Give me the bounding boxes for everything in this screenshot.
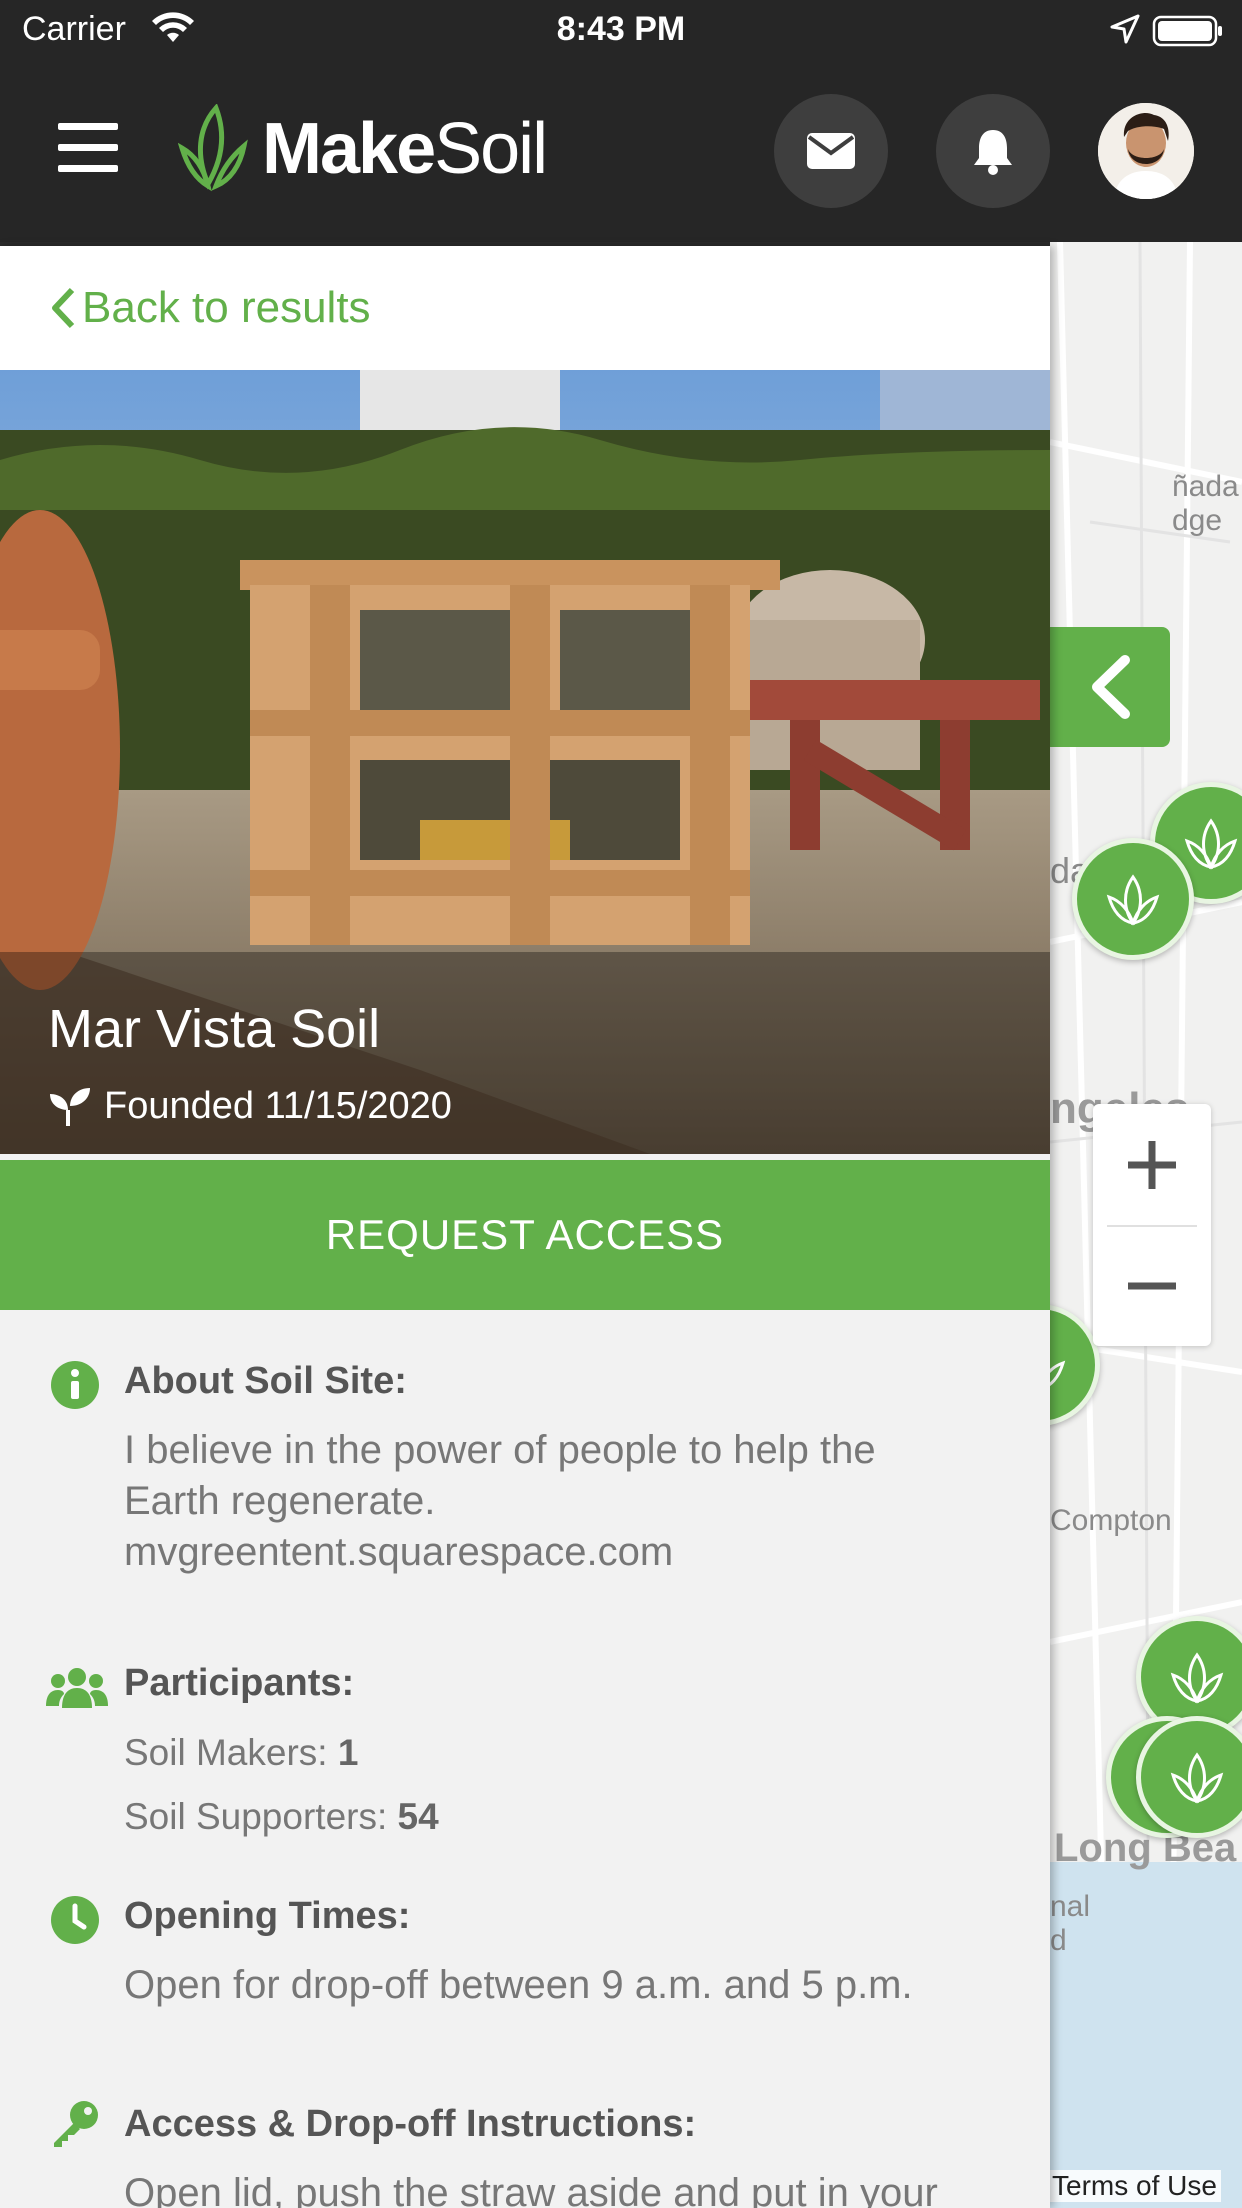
clock-icon <box>51 1896 99 1944</box>
sprout-icon <box>50 1088 90 1126</box>
request-access-button[interactable]: REQUEST ACCESS <box>0 1160 1050 1310</box>
minus-icon <box>1128 1282 1176 1289</box>
notifications-button[interactable] <box>936 94 1050 208</box>
participants-section: Participants: Soil Makers: 1 Soil Suppor… <box>0 1662 1050 1849</box>
soil-makers-stat: Soil Makers: 1 <box>124 1732 359 1773</box>
map-label-d: d <box>1050 1924 1067 1957</box>
leaf-icon <box>1050 1360 1066 1386</box>
back-bar: Back to results <box>0 246 1050 370</box>
leaf-icon <box>1170 1752 1224 1804</box>
zoom-control <box>1093 1104 1211 1346</box>
opening-times-text: Open for drop-off between 9 a.m. and 5 p… <box>124 1963 913 2007</box>
access-section: Access & Drop-off Instructions: Open lid… <box>0 2101 1050 2208</box>
leaf-icon <box>1106 874 1160 926</box>
app-header: MakeSoil <box>0 60 1242 242</box>
clock: 8:43 PM <box>556 10 686 48</box>
access-title: Access & Drop-off Instructions: <box>124 2103 697 2145</box>
battery-icon <box>1152 14 1226 53</box>
opening-times-section: Opening Times: Open for drop-off between… <box>0 1895 1050 2011</box>
menu-icon[interactable] <box>58 123 118 173</box>
site-title: Mar Vista Soil <box>48 999 381 1059</box>
map-label-bridge: dge <box>1172 504 1223 537</box>
key-icon <box>54 2101 98 2147</box>
about-text: I believe in the power of people to help… <box>124 1425 1020 1578</box>
soil-supporters-stat: Soil Supporters: 54 <box>124 1796 439 1837</box>
map-label-compton: Compton <box>1050 1504 1172 1537</box>
back-to-results-link[interactable]: Back to results <box>50 283 371 333</box>
map-label-nal: nal <box>1050 1890 1091 1923</box>
mail-icon <box>807 133 855 169</box>
chevron-left-icon <box>52 287 75 329</box>
opening-times-title: Opening Times: <box>124 1895 411 1937</box>
leaf-icon <box>1184 818 1238 870</box>
bell-icon <box>974 130 1012 175</box>
people-icon <box>46 1668 108 1708</box>
access-text: Open lid, push the straw aside and put i… <box>124 2171 938 2208</box>
terms-of-use-link[interactable]: Terms of Use <box>1048 2170 1221 2202</box>
zoom-in-button[interactable] <box>1093 1104 1211 1225</box>
info-icon <box>51 1361 99 1409</box>
status-bar: Carrier 8:43 PM <box>0 0 1242 60</box>
leaf-icon <box>1170 1652 1224 1704</box>
about-title: About Soil Site: <box>124 1360 407 1402</box>
founded-row: Founded 11/15/2020 <box>48 1084 452 1128</box>
participants-stats: Soil Makers: 1 Soil Supporters: 54 <box>124 1721 1020 1849</box>
logo-text: MakeSoil <box>262 109 548 189</box>
leaf-logo-icon <box>178 104 248 192</box>
makesoil-logo[interactable]: MakeSoil <box>178 104 548 194</box>
map-pin[interactable] <box>1072 838 1194 960</box>
founded-date: Founded 11/15/2020 <box>104 1084 452 1127</box>
site-detail-panel: Back to results Mar Vista Soil Founded 1… <box>0 246 1050 2208</box>
about-section: About Soil Site: I believe in the power … <box>0 1360 1050 1578</box>
website-link[interactable]: mvgreentent.squarespace.com <box>124 1527 1020 1578</box>
avatar[interactable] <box>1098 103 1194 199</box>
plus-icon <box>1128 1140 1176 1189</box>
participants-title: Participants: <box>124 1662 355 1704</box>
mail-button[interactable] <box>774 94 888 208</box>
site-photo: Mar Vista Soil Founded 11/15/2020 <box>0 370 1050 1154</box>
map-label-canada: ñada <box>1172 470 1239 503</box>
location-arrow-icon <box>1110 14 1140 49</box>
chevron-left-icon <box>1092 655 1130 719</box>
back-label: Back to results <box>82 283 371 332</box>
zoom-out-button[interactable] <box>1093 1225 1211 1346</box>
collapse-panel-button[interactable] <box>1050 627 1170 747</box>
